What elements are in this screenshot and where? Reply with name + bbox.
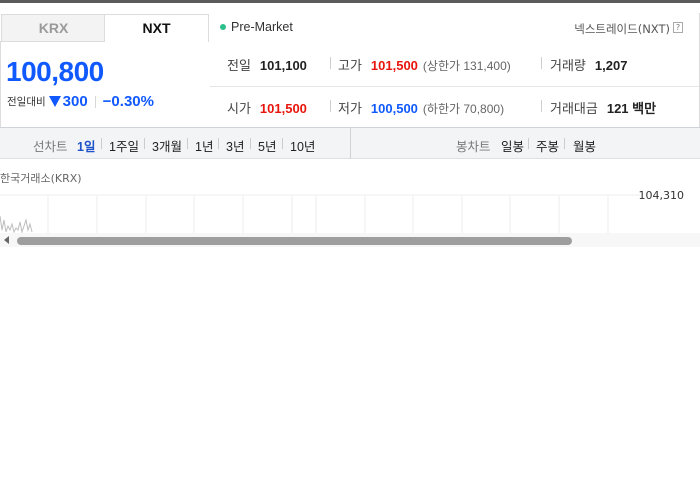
stat-open: 시가 101,500 bbox=[227, 98, 307, 117]
stat-low: 저가 100,500 (하한가 70,800) bbox=[338, 98, 504, 117]
stat-label: 전일 bbox=[227, 58, 251, 73]
stat-prev-close: 전일 101,100 bbox=[227, 55, 307, 74]
status-dot-icon bbox=[220, 24, 226, 30]
stat-value: 101,100 bbox=[259, 58, 307, 73]
toolbar-separator bbox=[187, 138, 188, 149]
candle-weekly-button[interactable]: 주봉 bbox=[536, 136, 559, 155]
stat-value: 121 백만 bbox=[606, 101, 657, 116]
exchange-name: 넥스트레이드(NXT) bbox=[574, 22, 670, 36]
period-1y-button[interactable]: 1년 bbox=[195, 136, 213, 155]
toolbar-separator bbox=[528, 138, 529, 149]
stat-label: 시가 bbox=[227, 101, 251, 116]
current-price: 100,800 bbox=[6, 56, 104, 87]
tab-krx[interactable]: KRX bbox=[1, 14, 105, 42]
stat-value: 100,500 bbox=[370, 101, 418, 116]
candle-monthly-button[interactable]: 월봉 bbox=[573, 136, 596, 155]
y-axis-max-label: 104,310 bbox=[638, 189, 685, 202]
stat-high: 고가 101,500 (상한가 131,400) bbox=[338, 55, 511, 74]
period-3y-button[interactable]: 3년 bbox=[226, 136, 244, 155]
period-5y-button[interactable]: 5년 bbox=[258, 136, 276, 155]
price-chart bbox=[0, 194, 640, 234]
stat-label: 거래량 bbox=[550, 58, 586, 73]
stat-value: 101,500 bbox=[259, 101, 307, 116]
session-status: Pre-Market bbox=[220, 20, 293, 34]
stat-divider bbox=[541, 100, 542, 112]
scroll-left-arrow-icon[interactable] bbox=[4, 236, 9, 244]
lower-limit: (하한가 70,800) bbox=[422, 102, 505, 116]
scrollbar-thumb[interactable] bbox=[17, 237, 572, 245]
stat-value: 101,500 bbox=[370, 58, 418, 73]
candle-chart-label: 봉차트 bbox=[456, 140, 491, 154]
stat-divider bbox=[541, 57, 542, 69]
change-amount: 300 bbox=[62, 93, 88, 110]
tab-nxt[interactable]: NXT bbox=[104, 14, 209, 42]
stat-divider bbox=[330, 100, 331, 112]
toolbar-separator bbox=[564, 138, 565, 149]
price-line bbox=[0, 215, 33, 234]
period-10y-button[interactable]: 10년 bbox=[290, 136, 315, 155]
upper-limit: (상한가 131,400) bbox=[422, 59, 511, 73]
toolbar-separator bbox=[144, 138, 145, 149]
candle-daily-button[interactable]: 일봉 bbox=[501, 136, 524, 155]
stat-label: 거래대금 bbox=[550, 101, 598, 116]
period-1d-button[interactable]: 1일 bbox=[77, 136, 95, 155]
change-label: 전일대비 bbox=[7, 96, 46, 108]
period-3m-button[interactable]: 3개월 bbox=[152, 136, 182, 155]
change-divider bbox=[94, 95, 96, 108]
stat-label: 고가 bbox=[338, 58, 362, 73]
panel-border-left bbox=[0, 41, 1, 127]
toolbar-separator bbox=[282, 138, 283, 149]
line-chart-label: 선차트 bbox=[33, 140, 68, 154]
toolbar-separator bbox=[101, 138, 102, 149]
toolbar-separator bbox=[250, 138, 251, 149]
period-1w-button[interactable]: 1주일 bbox=[109, 136, 139, 155]
change-percent: −0.30% bbox=[102, 93, 154, 110]
chart-source-label: 한국거래소(KRX) bbox=[0, 172, 82, 185]
down-triangle-icon bbox=[48, 96, 61, 107]
session-label: Pre-Market bbox=[231, 20, 293, 34]
price-change: 전일대비 300 −0.30% bbox=[7, 93, 154, 110]
stat-value: 1,207 bbox=[594, 58, 628, 73]
stat-label: 저가 bbox=[338, 101, 362, 116]
help-icon[interactable]: ? bbox=[673, 22, 683, 33]
stats-row-divider bbox=[210, 86, 699, 87]
stat-divider bbox=[330, 57, 331, 69]
stat-trade-value: 거래대금 121 백만 bbox=[550, 98, 656, 117]
stat-volume: 거래량 1,207 bbox=[550, 55, 627, 74]
top-border bbox=[0, 0, 700, 3]
toolbar-divider bbox=[350, 127, 351, 159]
toolbar-separator bbox=[218, 138, 219, 149]
